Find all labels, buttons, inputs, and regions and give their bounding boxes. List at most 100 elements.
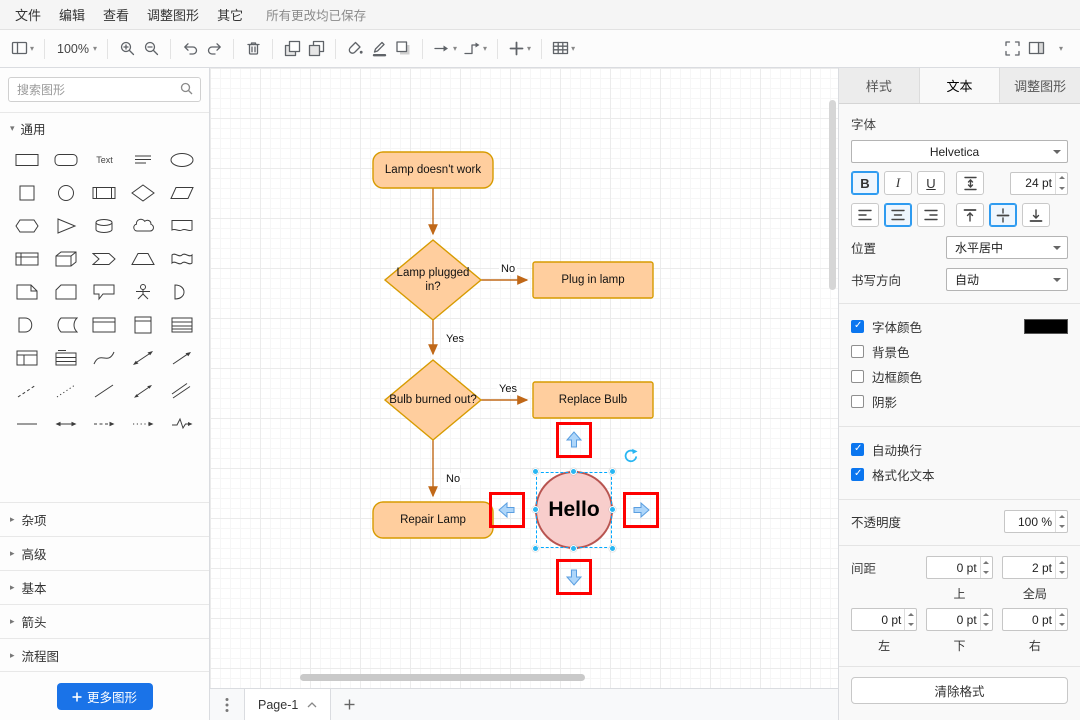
shape-rectangle[interactable] bbox=[8, 147, 47, 173]
resize-handle-right[interactable] bbox=[609, 505, 616, 513]
waypoint-style-button[interactable]: ▾ bbox=[460, 36, 490, 62]
direction-arrow-down-icon[interactable] bbox=[564, 567, 584, 587]
edge-label-yes1[interactable]: Yes bbox=[444, 333, 466, 345]
underline-button[interactable]: U bbox=[917, 171, 945, 195]
resize-handle-bottom-right[interactable] bbox=[609, 545, 616, 552]
background-color-checkbox[interactable] bbox=[851, 345, 864, 358]
shape-rounded-rectangle[interactable] bbox=[47, 147, 86, 173]
horizontal-scrollbar[interactable] bbox=[300, 674, 585, 681]
shape-table[interactable] bbox=[8, 345, 47, 371]
section-arrows[interactable]: ▸ 箭头 bbox=[0, 604, 209, 638]
shape-step[interactable] bbox=[85, 246, 124, 272]
shape-arrow[interactable] bbox=[162, 345, 201, 371]
shape-cloud[interactable] bbox=[124, 213, 163, 239]
redo-button[interactable] bbox=[202, 36, 226, 62]
menu-arrange[interactable]: 调整图形 bbox=[138, 0, 208, 30]
menu-edit[interactable]: 编辑 bbox=[50, 0, 94, 30]
stepper-down-icon[interactable] bbox=[1056, 522, 1067, 533]
edge-label-yes2[interactable]: Yes bbox=[497, 383, 519, 395]
line-color-button[interactable] bbox=[367, 36, 391, 62]
shape-and[interactable] bbox=[8, 312, 47, 338]
shape-vertical-container[interactable] bbox=[124, 312, 163, 338]
direction-arrow-right-icon[interactable] bbox=[631, 500, 651, 520]
node-start-label[interactable]: Lamp doesn't work bbox=[373, 152, 493, 188]
rotate-handle-icon[interactable] bbox=[622, 448, 638, 464]
valign-top-button[interactable] bbox=[956, 203, 984, 227]
vertical-scrollbar[interactable] bbox=[829, 100, 836, 290]
toggle-format-panel-button[interactable] bbox=[1024, 36, 1048, 62]
formatted-text-checkbox[interactable] bbox=[851, 468, 864, 481]
valign-bottom-button[interactable] bbox=[1022, 203, 1050, 227]
opacity-input[interactable]: 100 % bbox=[1004, 510, 1068, 533]
shape-list[interactable] bbox=[162, 312, 201, 338]
node-action1-label[interactable]: Plug in lamp bbox=[533, 262, 653, 298]
shape-triangle[interactable] bbox=[47, 213, 86, 239]
spacing-right-input[interactable]: 0 pt bbox=[1001, 608, 1068, 631]
shadow-button[interactable] bbox=[391, 36, 415, 62]
shadow-checkbox[interactable] bbox=[851, 395, 864, 408]
resize-handle-top-right[interactable] bbox=[609, 468, 616, 475]
word-wrap-checkbox[interactable] bbox=[851, 443, 864, 456]
menu-file[interactable]: 文件 bbox=[6, 0, 50, 30]
align-left-button[interactable] bbox=[851, 203, 879, 227]
shape-dotted-line[interactable] bbox=[47, 378, 86, 404]
font-family-select[interactable]: Helvetica bbox=[851, 140, 1068, 163]
node-decision2-label[interactable]: Bulb burned out? bbox=[388, 365, 478, 435]
resize-handle-bottom[interactable] bbox=[569, 545, 577, 552]
spacing-left-input[interactable]: 0 pt bbox=[851, 608, 918, 631]
insert-button[interactable]: ▾ bbox=[505, 36, 534, 62]
shape-ellipse[interactable] bbox=[162, 147, 201, 173]
italic-button[interactable]: I bbox=[884, 171, 912, 195]
shape-parallelogram[interactable] bbox=[162, 180, 201, 206]
line-height-button[interactable] bbox=[956, 171, 984, 195]
section-basic[interactable]: ▸ 基本 bbox=[0, 570, 209, 604]
table-button[interactable]: ▾ bbox=[549, 36, 578, 62]
shape-or[interactable] bbox=[162, 279, 201, 305]
font-size-input[interactable]: 24 pt bbox=[1010, 171, 1068, 195]
resize-handle-top-left[interactable] bbox=[532, 468, 539, 475]
delete-button[interactable] bbox=[241, 36, 265, 62]
add-page-button[interactable] bbox=[331, 689, 367, 720]
position-select[interactable]: 水平居中 bbox=[946, 236, 1068, 259]
edge-label-no1[interactable]: No bbox=[499, 263, 518, 275]
shape-cube[interactable] bbox=[47, 246, 86, 272]
pages-menu-button[interactable] bbox=[210, 689, 244, 720]
font-size-steppers[interactable] bbox=[1055, 172, 1067, 194]
tab-arrange[interactable]: 调整图形 bbox=[1000, 68, 1080, 103]
shape-line[interactable] bbox=[85, 378, 124, 404]
shape-cylinder[interactable] bbox=[85, 213, 124, 239]
node-action2-label[interactable]: Replace Bulb bbox=[533, 382, 653, 418]
shape-dotted-connector[interactable] bbox=[124, 411, 163, 437]
shape-hexagon[interactable] bbox=[8, 213, 47, 239]
direction-arrow-left-icon[interactable] bbox=[497, 500, 517, 520]
to-front-button[interactable] bbox=[280, 36, 304, 62]
section-general[interactable]: ▾ 通用 bbox=[0, 113, 209, 143]
zoom-out-button[interactable] bbox=[139, 36, 163, 62]
shape-diamond[interactable] bbox=[124, 180, 163, 206]
menu-extras[interactable]: 其它 bbox=[208, 0, 252, 30]
bold-button[interactable]: B bbox=[851, 171, 879, 195]
connection-style-button[interactable]: ▾ bbox=[430, 36, 460, 62]
shape-container[interactable] bbox=[85, 312, 124, 338]
stepper-down-icon[interactable] bbox=[1056, 183, 1067, 194]
zoom-level-select[interactable]: 100% ▾ bbox=[52, 36, 100, 62]
shape-dashed-connector[interactable] bbox=[85, 411, 124, 437]
zoom-in-button[interactable] bbox=[115, 36, 139, 62]
shape-internal-storage[interactable] bbox=[8, 246, 47, 272]
resize-handle-bottom-left[interactable] bbox=[532, 545, 539, 552]
shape-bidirectional-arrow[interactable] bbox=[124, 345, 163, 371]
node-action3-label[interactable]: Repair Lamp bbox=[373, 502, 493, 538]
section-advanced[interactable]: ▸ 高级 bbox=[0, 536, 209, 570]
edge-label-no2[interactable]: No bbox=[444, 473, 463, 485]
resize-handle-left[interactable] bbox=[532, 505, 539, 513]
stepper-up-icon[interactable] bbox=[1056, 173, 1067, 184]
shape-zigzag-connector[interactable] bbox=[162, 411, 201, 437]
align-right-button[interactable] bbox=[917, 203, 945, 227]
menu-view[interactable]: 查看 bbox=[94, 0, 138, 30]
shape-process[interactable] bbox=[85, 180, 124, 206]
shape-bidirectional-connector[interactable] bbox=[47, 411, 86, 437]
stepper-up-icon[interactable] bbox=[1056, 511, 1067, 522]
shape-text[interactable]: Text bbox=[85, 147, 124, 173]
border-color-checkbox[interactable] bbox=[851, 370, 864, 383]
opacity-steppers[interactable] bbox=[1055, 511, 1067, 532]
